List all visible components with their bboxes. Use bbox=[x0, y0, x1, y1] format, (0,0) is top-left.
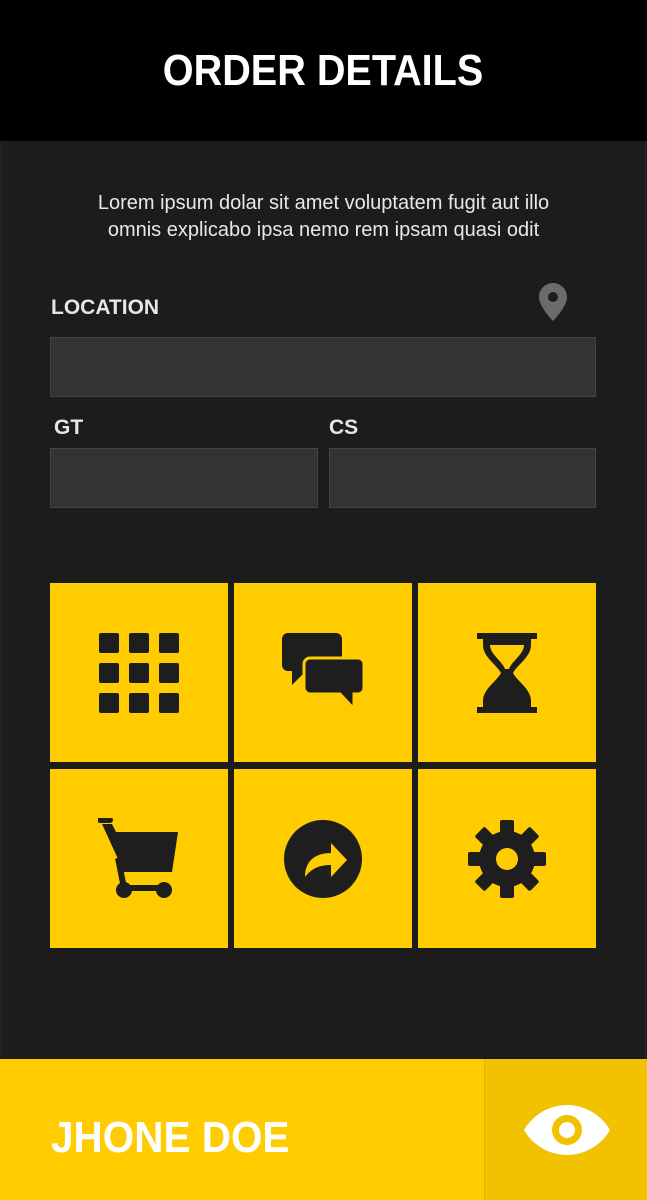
user-name: JHONE DOE bbox=[51, 1113, 290, 1162]
chat-icon bbox=[282, 632, 364, 713]
map-pin-icon[interactable] bbox=[539, 283, 567, 321]
tile-cart[interactable] bbox=[50, 769, 228, 948]
cart-icon bbox=[98, 817, 178, 898]
tile-share[interactable] bbox=[234, 769, 412, 948]
description-line-2: omnis explicabo ipsa nemo rem ipsam quas… bbox=[107, 219, 540, 241]
tile-settings[interactable] bbox=[418, 769, 596, 948]
location-input[interactable] bbox=[50, 337, 596, 397]
eye-icon bbox=[523, 1104, 610, 1155]
hourglass-icon bbox=[477, 632, 537, 713]
view-button[interactable] bbox=[484, 1059, 647, 1200]
description-line-1: Lorem ipsum dolar sit amet voluptatem fu… bbox=[97, 192, 550, 214]
gear-icon bbox=[468, 819, 546, 898]
app-header: ORDER DETAILS bbox=[0, 0, 647, 141]
tile-messages[interactable] bbox=[234, 583, 412, 762]
gt-input[interactable] bbox=[50, 448, 318, 508]
tile-history[interactable] bbox=[418, 583, 596, 762]
page-title: ORDER DETAILS bbox=[163, 45, 484, 95]
gt-label: GT bbox=[54, 416, 84, 439]
tile-menu[interactable] bbox=[50, 583, 228, 762]
share-icon bbox=[284, 819, 362, 898]
location-label: LOCATION bbox=[51, 296, 160, 319]
cs-input[interactable] bbox=[329, 448, 596, 508]
description: Lorem ipsum dolar sit amet voluptatem fu… bbox=[0, 190, 647, 244]
cs-label: CS bbox=[329, 416, 359, 439]
grid-icon bbox=[99, 632, 179, 713]
